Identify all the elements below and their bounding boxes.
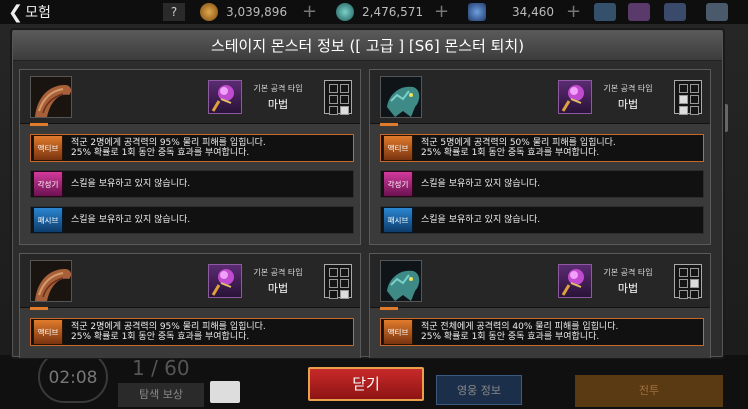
chevron-left-icon: ❮	[8, 1, 24, 23]
magic-staff-icon	[208, 80, 242, 114]
skill-description: 적군 5명에게 공격력의 50% 물리 피해를 입힙니다. 25% 확률로 1회…	[421, 138, 616, 158]
formation-grid-icon	[674, 264, 702, 299]
magic-staff-icon	[208, 264, 242, 298]
skill-tag: 패시브	[383, 207, 413, 233]
monster-card: 기본 공격 타입마법액티브 적군 2명에게 공격력의 95% 물리 피해를 입힙니…	[19, 253, 361, 358]
monster-header: 기본 공격 타입마법	[20, 254, 360, 310]
skill-description: 스킬을 보유하고 있지 않습니다.	[71, 215, 191, 225]
monster-portrait-worm[interactable]	[30, 76, 72, 118]
skill-row: 액티브 적군 2명에게 공격력의 95% 물리 피해를 입힙니다. 25% 확률로…	[30, 318, 354, 346]
add-gold-button[interactable]: +	[302, 3, 317, 21]
attack-type-value: 마법	[617, 98, 639, 111]
mail-icon[interactable]	[664, 3, 686, 21]
formation-grid-icon	[324, 80, 352, 115]
header-accent	[30, 123, 48, 126]
attack-type-label: 기본 공격 타입	[603, 268, 653, 277]
formation-grid-icon	[324, 264, 352, 299]
skill-tag: 각성기	[33, 171, 63, 197]
stamina-counter: 34,460	[468, 3, 554, 21]
crystal-value: 2,476,571	[362, 5, 424, 19]
skill-description: 적군 전체에게 공격력의 40% 물리 피해를 입힙니다. 25% 확률로 1회…	[421, 322, 619, 342]
crystal-counter: 2,476,571	[336, 3, 423, 21]
skill-row: 패시브 스킬을 보유하고 있지 않습니다.	[380, 206, 704, 234]
skill-tag: 패시브	[33, 207, 63, 233]
monster-card: 기본 공격 타입마법액티브 적군 2명에게 공격력의 95% 물리 피해를 입힙니…	[19, 69, 361, 245]
back-button[interactable]: ❮ 모험	[8, 2, 51, 23]
skill-description: 스킬을 보유하고 있지 않습니다.	[71, 179, 191, 189]
attack-type: 기본 공격 타입마법	[598, 267, 658, 296]
back-label: 모험	[25, 5, 51, 21]
top-bar: ❮ 모험 ? 3,039,896 + 2,476,571 + 34,460 +	[0, 0, 748, 24]
header-accent	[380, 123, 398, 126]
gold-coin-icon	[200, 3, 218, 21]
gold-counter: 3,039,896	[200, 3, 287, 21]
game-screen: ❮ 모험 ? 3,039,896 + 2,476,571 + 34,460 + …	[0, 0, 748, 409]
gold-value: 3,039,896	[226, 5, 288, 19]
timer: 02:08	[38, 351, 108, 403]
skill-row: 액티브 적군 전체에게 공격력의 40% 물리 피해를 입힙니다. 25% 확률로…	[380, 318, 704, 346]
monster-header: 기본 공격 타입마법	[370, 70, 710, 126]
skill-tag: 액티브	[383, 135, 413, 161]
dialog-title: 스테이지 몬스터 정보 ([ 고급 ] [S6] 몬스터 퇴치)	[13, 31, 722, 61]
monster-info-dialog: 스테이지 몬스터 정보 ([ 고급 ] [S6] 몬스터 퇴치) 기본 공격 타…	[12, 30, 723, 358]
explore-reward-button[interactable]: 탐색 보상	[118, 383, 204, 407]
skill-row: 패시브 스킬을 보유하고 있지 않습니다.	[30, 206, 354, 234]
skill-description: 스킬을 보유하고 있지 않습니다.	[421, 179, 541, 189]
attack-type: 기본 공격 타입마법	[248, 267, 308, 296]
monster-list: 기본 공격 타입 마법 액티브 적군 2명에게 공격력의 95% 물리 피해를 입힙니…	[19, 69, 717, 358]
attack-type: 기본 공격 타입마법	[598, 83, 658, 112]
add-stamina-button[interactable]: +	[566, 3, 581, 21]
skill-description: 적군 2명에게 공격력의 95% 물리 피해를 입힙니다. 25% 확률로 1회…	[71, 138, 266, 158]
crystal-icon	[336, 3, 354, 21]
magic-staff-icon	[558, 80, 592, 114]
header-accent	[380, 307, 398, 310]
attack-type-label: 기본 공격 타입	[253, 268, 303, 277]
hero-info-button[interactable]: 영웅 정보	[436, 375, 522, 405]
formation-grid-icon	[674, 80, 702, 115]
monster-card: 기본 공격 타입마법액티브 적군 5명에게 공격력의 50% 물리 피해를 입힙니…	[369, 69, 711, 245]
add-crystal-button[interactable]: +	[434, 3, 449, 21]
skill-row: 각성기 스킬을 보유하고 있지 않습니다.	[30, 170, 354, 198]
skill-row: 액티브 적군 2명에게 공격력의 95% 물리 피해를 입힙니다. 25% 확률로…	[30, 134, 354, 162]
monster-header: 기본 공격 타입마법	[20, 70, 360, 126]
background-scrollbar	[724, 104, 728, 132]
attack-type-label: 기본 공격 타입	[253, 84, 303, 93]
stamina-icon	[468, 3, 486, 21]
skill-tag: 각성기	[383, 171, 413, 197]
stage-count: 1 / 60	[132, 356, 190, 380]
monster-portrait-worm[interactable]	[30, 260, 72, 302]
stamina-value: 34,460	[512, 5, 554, 19]
help-button[interactable]: ?	[163, 3, 185, 21]
skill-row: 액티브 적군 5명에게 공격력의 50% 물리 피해를 입힙니다. 25% 확률로…	[380, 134, 704, 162]
attack-type-value: 마법	[267, 282, 289, 295]
chat-icon[interactable]	[594, 3, 616, 21]
attack-type-label: 기본 공격 타입	[603, 84, 653, 93]
skill-tag: 액티브	[383, 319, 413, 345]
header-accent	[30, 307, 48, 310]
home-icon[interactable]	[706, 3, 728, 21]
gift-icon[interactable]	[628, 3, 650, 21]
close-button[interactable]: 닫기	[308, 367, 424, 401]
skill-tag: 액티브	[33, 319, 63, 345]
skill-row: 각성기 스킬을 보유하고 있지 않습니다.	[380, 170, 704, 198]
skill-tag: 액티브	[33, 135, 63, 161]
attack-type: 기본 공격 타입마법	[248, 83, 308, 112]
attack-type-value: 마법	[617, 282, 639, 295]
monster-portrait-beast[interactable]	[380, 76, 422, 118]
monster-header: 기본 공격 타입마법	[370, 254, 710, 310]
skill-description: 적군 2명에게 공격력의 95% 물리 피해를 입힙니다. 25% 확률로 1회…	[71, 322, 266, 342]
skill-description: 스킬을 보유하고 있지 않습니다.	[421, 215, 541, 225]
monster-portrait-beast[interactable]	[380, 260, 422, 302]
reward-badge-icon	[210, 381, 240, 403]
monster-card: 기본 공격 타입마법액티브 적군 전체에게 공격력의 40% 물리 피해를 입힙니…	[369, 253, 711, 358]
magic-staff-icon	[558, 264, 592, 298]
attack-type-value: 마법	[267, 98, 289, 111]
battle-button[interactable]: 전투	[575, 375, 723, 407]
